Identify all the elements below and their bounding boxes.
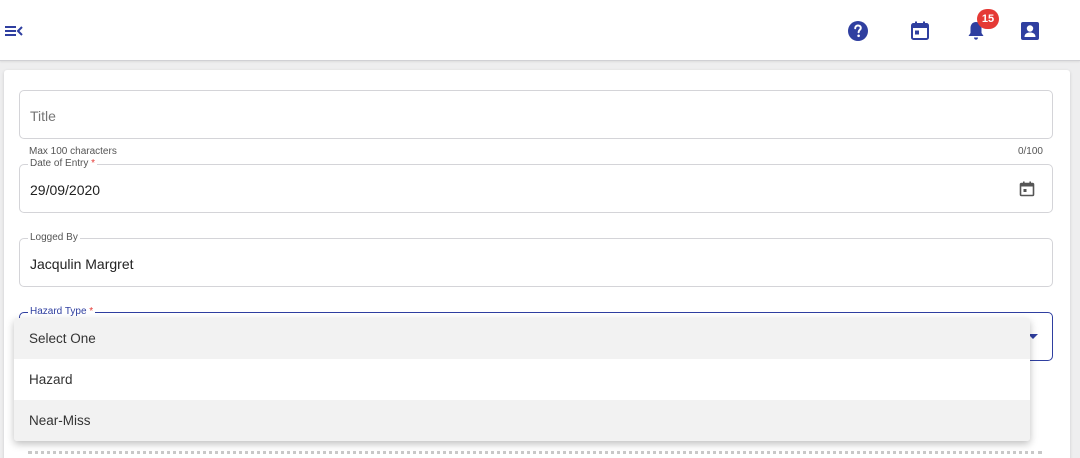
title-placeholder: Title: [30, 108, 56, 124]
title-input[interactable]: Title: [19, 90, 1053, 139]
logged-by-field[interactable]: Logged By Jacqulin Margret: [19, 232, 1053, 287]
date-picker-icon[interactable]: [1018, 180, 1036, 198]
menu-collapse-icon[interactable]: [4, 22, 24, 40]
notification-badge: 15: [977, 9, 999, 29]
title-hint: Max 100 characters: [29, 146, 117, 157]
top-app-bar: 15: [0, 0, 1080, 61]
calendar-icon[interactable]: [908, 19, 932, 43]
logged-by-label: Logged By: [28, 232, 80, 244]
date-of-entry-value: 29/09/2020: [30, 182, 101, 198]
dropdown-option-hazard[interactable]: Hazard: [14, 359, 1030, 400]
profile-icon[interactable]: [1018, 19, 1042, 43]
title-char-counter: 0/100: [1017, 146, 1043, 157]
dropdown-option-near-miss[interactable]: Near-Miss: [14, 400, 1030, 441]
hazard-type-dropdown-menu: Select One Hazard Near-Miss: [14, 318, 1030, 441]
date-of-entry-label: Date of Entry *: [28, 158, 98, 170]
section-divider: [28, 451, 1042, 454]
logged-by-value: Jacqulin Margret: [30, 256, 134, 272]
help-icon[interactable]: [846, 19, 870, 43]
hazard-type-label: Hazard Type *: [28, 306, 96, 318]
date-of-entry-field[interactable]: Date of Entry * 29/09/2020: [19, 158, 1053, 213]
dropdown-option-select-one[interactable]: Select One: [14, 318, 1030, 359]
